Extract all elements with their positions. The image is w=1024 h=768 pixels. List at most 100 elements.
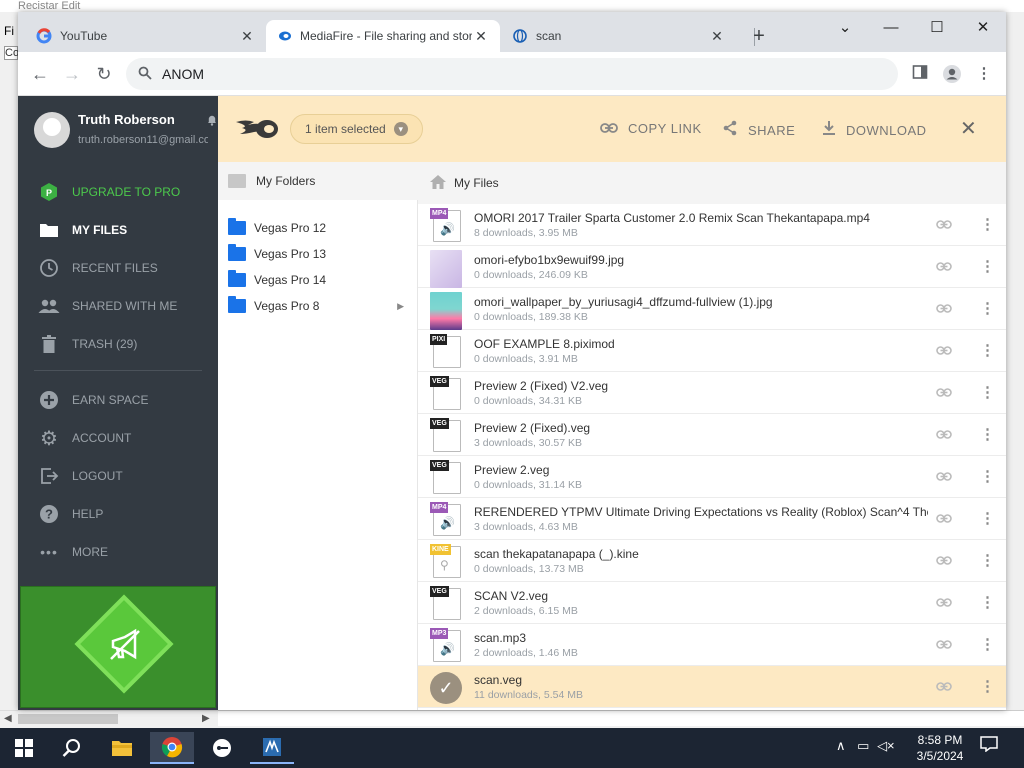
link-icon[interactable] <box>936 301 952 316</box>
link-icon[interactable] <box>936 385 952 400</box>
tab-close-icon[interactable]: ✕ <box>472 28 490 45</box>
link-icon[interactable] <box>936 343 952 358</box>
chevron-up-icon[interactable]: ∧ <box>836 738 846 753</box>
link-icon[interactable] <box>936 637 952 652</box>
more-options-icon[interactable]: ⋮ <box>980 509 995 527</box>
volume-muted-icon[interactable]: ◁× <box>877 738 895 753</box>
tab-mediafire[interactable]: MediaFire - File sharing and storage ✕ <box>266 20 500 52</box>
copy-link-button[interactable]: COPY LINK <box>600 120 702 137</box>
file-name[interactable]: Preview 2 (Fixed) V2.veg <box>474 379 928 393</box>
close-window-button[interactable]: ✕ <box>960 16 1006 40</box>
more-options-icon[interactable]: ⋮ <box>980 467 995 485</box>
link-icon[interactable] <box>936 595 952 610</box>
file-name[interactable]: scan thekapatanapapa (_).kine <box>474 547 928 561</box>
side-panel-icon[interactable] <box>910 64 930 84</box>
link-icon[interactable] <box>936 469 952 484</box>
more-options-icon[interactable]: ⋮ <box>980 257 995 275</box>
folder-item[interactable]: Vegas Pro 13 <box>228 244 408 264</box>
my-files-header[interactable]: My Files <box>418 162 1006 204</box>
user-block[interactable]: Truth Roberson truth.roberson11@gmail.co… <box>34 112 216 152</box>
file-row[interactable]: MP4 🔊 RERENDERED YTPMV Ultimate Driving Ex… <box>418 498 1006 540</box>
chrome-icon[interactable] <box>150 732 194 764</box>
tab-youtube[interactable]: YouTube ✕ <box>26 20 266 52</box>
back-arrow-icon[interactable]: ← <box>28 62 52 86</box>
bell-icon[interactable] <box>206 114 218 129</box>
sidebar-item-recent-files[interactable]: RECENT FILES <box>38 256 158 280</box>
forward-arrow-icon[interactable]: → <box>60 62 84 86</box>
link-icon[interactable] <box>936 553 952 568</box>
more-options-icon[interactable]: ⋮ <box>980 677 995 695</box>
sidebar-item-account[interactable]: ⚙ ACCOUNT <box>38 426 131 450</box>
search-icon[interactable] <box>50 732 94 764</box>
file-explorer-icon[interactable] <box>100 732 144 764</box>
file-row[interactable]: VEG Preview 2.veg 0 downloads, 31.14 KB ⋮ <box>418 456 1006 498</box>
file-row[interactable]: omori_wallpaper_by_yuriusagi4_dffzumd-fu… <box>418 288 1006 330</box>
sidebar-item-help[interactable]: ? HELP <box>38 502 103 526</box>
link-icon[interactable] <box>936 217 952 232</box>
promo-banner[interactable] <box>20 586 216 708</box>
sidebar-item-earn-space[interactable]: EARN SPACE <box>38 388 148 412</box>
system-tray[interactable]: ∧ ▭ ◁× <box>836 738 895 754</box>
scrollbar-thumb[interactable] <box>18 714 118 724</box>
file-name[interactable]: scan.veg <box>474 673 928 687</box>
more-options-icon[interactable]: ⋮ <box>980 383 995 401</box>
share-button[interactable]: SHARE <box>722 120 795 140</box>
file-name[interactable]: scan.mp3 <box>474 631 928 645</box>
tab-search-icon[interactable]: ⌄ <box>822 16 868 40</box>
folder-item[interactable]: Vegas Pro 8 ▶ <box>228 296 408 316</box>
tab-close-icon[interactable]: ✕ <box>238 28 256 45</box>
more-options-icon[interactable]: ⋮ <box>980 551 995 569</box>
background-app-menu[interactable]: Fi <box>4 24 14 38</box>
file-name[interactable]: SCAN V2.veg <box>474 589 928 603</box>
close-selection-icon[interactable]: ✕ <box>960 116 977 141</box>
selection-count-pill[interactable]: 1 item selected ▾ <box>290 114 423 144</box>
more-options-icon[interactable]: ⋮ <box>980 593 995 611</box>
sidebar-item-trash[interactable]: TRASH (29) <box>38 332 137 356</box>
file-row[interactable]: PIXI OOF EXAMPLE 8.piximod 0 downloads, 3.… <box>418 330 1006 372</box>
folder-item[interactable]: Vegas Pro 14 <box>228 270 408 290</box>
sidebar-item-my-files[interactable]: MY FILES <box>38 218 127 242</box>
file-name[interactable]: Preview 2 (Fixed).veg <box>474 421 928 435</box>
sidebar-item-shared[interactable]: SHARED WITH ME <box>38 294 177 318</box>
more-options-icon[interactable]: ⋮ <box>980 341 995 359</box>
file-row[interactable]: VEG SCAN V2.veg 2 downloads, 6.15 MB ⋮ <box>418 582 1006 624</box>
folder-item[interactable]: Vegas Pro 12 <box>228 218 408 238</box>
file-name[interactable]: omori_wallpaper_by_yuriusagi4_dffzumd-fu… <box>474 295 928 309</box>
file-row[interactable]: VEG Preview 2 (Fixed).veg 3 downloads, 30.… <box>418 414 1006 456</box>
file-row[interactable]: KINE ⚲ scan thekapatanapapa (_).kine 0 down… <box>418 540 1006 582</box>
file-name[interactable]: RERENDERED YTPMV Ultimate Driving Expect… <box>474 505 928 519</box>
file-row[interactable]: MP4 🔊 OMORI 2017 Trailer Sparta Customer 2… <box>418 204 1006 246</box>
file-name[interactable]: omori-efybo1bx9ewuif99.jpg <box>474 253 928 267</box>
address-input[interactable] <box>162 66 762 82</box>
file-row[interactable]: VEG Preview 2 (Fixed) V2.veg 0 downloads, … <box>418 372 1006 414</box>
mediafire-logo-icon[interactable] <box>234 116 280 142</box>
sidebar-item-more[interactable]: ••• MORE <box>38 540 108 564</box>
app-shortcut-icon[interactable] <box>200 732 244 764</box>
maximize-button[interactable]: ☐ <box>914 16 960 40</box>
new-tab-button[interactable]: + <box>746 24 772 50</box>
file-name[interactable]: Preview 2.veg <box>474 463 928 477</box>
download-button[interactable]: DOWNLOAD <box>822 120 927 140</box>
minimize-button[interactable]: — <box>868 16 914 40</box>
tab-scan[interactable]: scan ✕ <box>502 20 736 52</box>
checkmark-icon[interactable]: ✓ <box>430 672 462 704</box>
profile-icon[interactable] <box>942 64 962 84</box>
file-name[interactable]: OMORI 2017 Trailer Sparta Customer 2.0 R… <box>474 211 928 225</box>
background-app-field[interactable]: Co <box>4 46 19 60</box>
notification-icon[interactable] <box>980 736 998 757</box>
avatar[interactable] <box>34 112 70 148</box>
system-clock[interactable]: 8:58 PM 3/5/2024 <box>912 732 968 764</box>
file-row[interactable]: MP3 🔊 scan.mp3 2 downloads, 1.46 MB ⋮ <box>418 624 1006 666</box>
more-options-icon[interactable]: ⋮ <box>980 425 995 443</box>
windows-start-icon[interactable] <box>2 732 46 764</box>
sidebar-item-logout[interactable]: LOGOUT <box>38 464 123 488</box>
more-options-icon[interactable]: ⋮ <box>980 299 995 317</box>
scroll-left-icon[interactable]: ◀ <box>4 711 12 727</box>
more-options-icon[interactable]: ⋮ <box>980 635 995 653</box>
my-folders-header[interactable]: My Folders <box>218 162 418 200</box>
link-icon[interactable] <box>936 679 952 694</box>
sidebar-item-upgrade[interactable]: P UPGRADE TO PRO <box>38 180 180 204</box>
file-row[interactable]: ✓ scan.veg 11 downloads, 5.54 MB ⋮ <box>418 666 1006 708</box>
link-icon[interactable] <box>936 259 952 274</box>
tab-close-icon[interactable]: ✕ <box>708 28 726 45</box>
